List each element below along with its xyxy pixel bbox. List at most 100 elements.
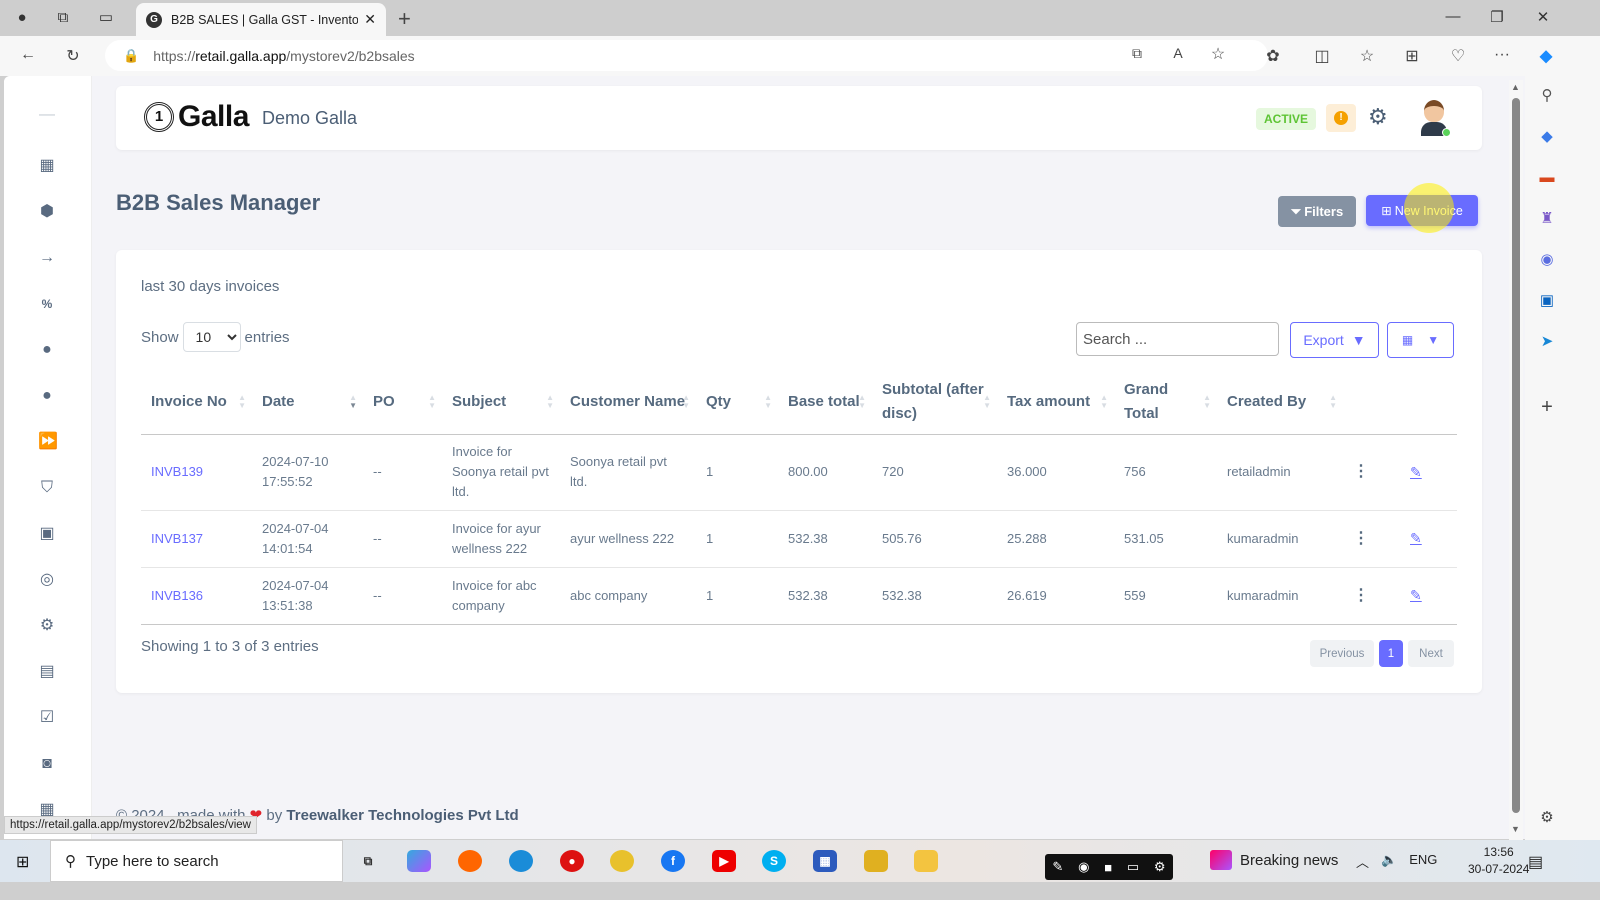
column-header-customer-name[interactable]: Customer Name ▲ ▼ [560, 370, 696, 435]
file-explorer-icon[interactable] [914, 850, 938, 872]
youtube-icon[interactable]: ▶ [712, 850, 736, 872]
copilot-app-icon[interactable] [407, 850, 431, 872]
dashboard-icon[interactable]: ▦ [38, 157, 56, 175]
store-icon[interactable]: ▦ [813, 850, 837, 872]
contacts-icon[interactable]: ▣ [38, 525, 56, 543]
new-tab-icon[interactable]: + [398, 6, 411, 32]
add-sidebar-app-icon[interactable]: + [1537, 397, 1557, 417]
location-icon[interactable]: ◎ [38, 571, 56, 589]
column-visibility-button[interactable]: ▦ ▼ [1387, 322, 1454, 358]
app-icon[interactable] [864, 850, 888, 872]
export-button[interactable]: Export ▼ [1290, 322, 1379, 358]
collapse-icon[interactable]: — [38, 106, 56, 124]
language-indicator[interactable]: ENG [1409, 852, 1437, 871]
tools-icon[interactable]: ▬ [1537, 168, 1557, 188]
settings-gear-icon[interactable]: ⚙ [1368, 104, 1388, 130]
favorite-star-icon[interactable]: ☆ [1207, 44, 1229, 64]
column-header-base-total[interactable]: Base total ▲ ▼ [778, 370, 872, 435]
edit-icon[interactable]: ✎ [1410, 587, 1422, 603]
refresh-icon[interactable]: ↻ [62, 46, 84, 66]
page-1-button[interactable]: 1 [1379, 640, 1403, 667]
profile-icon[interactable]: ● [12, 8, 32, 28]
column-header-grand-total[interactable]: Grand Total ▲ ▼ [1114, 370, 1217, 435]
column-header-date[interactable]: Date ▲ ▼ [252, 370, 363, 435]
clock[interactable]: 13:56 30-07-2024 [1468, 844, 1529, 878]
more-menu-icon[interactable]: ··· [1491, 46, 1513, 64]
browser-essentials-icon[interactable]: ♡ [1447, 46, 1469, 66]
back-icon[interactable]: ← [17, 46, 39, 64]
capture-settings-icon[interactable]: ⚙ [1154, 859, 1166, 875]
news-widget[interactable]: Breaking news [1210, 850, 1338, 870]
vertical-tabs-icon[interactable]: ▭ [96, 8, 116, 28]
scroll-up-icon[interactable]: ▲ [1511, 82, 1520, 92]
read-aloud-icon[interactable]: A [1167, 45, 1189, 61]
lock-icon[interactable]: 🔒 [123, 48, 139, 64]
workspaces-icon[interactable]: ⧉ [53, 8, 73, 28]
open-in-app-icon[interactable]: ⧉ [1126, 45, 1148, 62]
facebook-icon[interactable]: f [661, 850, 685, 872]
column-header-subtotal[interactable]: Subtotal (after disc) ▲ ▼ [872, 370, 997, 435]
sidebar-settings-icon[interactable]: ⚙ [1537, 808, 1557, 828]
column-header-qty[interactable]: Qty ▲ ▼ [696, 370, 778, 435]
galla-logo[interactable]: 1 Galla [144, 100, 249, 134]
column-header-invoice-no[interactable]: Invoice No ▲ ▼ [141, 370, 252, 435]
address-bar[interactable]: 🔒 https://retail.galla.app/mystorev2/b2b… [105, 40, 1268, 71]
column-header-po[interactable]: PO ▲ ▼ [363, 370, 442, 435]
favorites-icon[interactable]: ☆ [1356, 46, 1378, 66]
previous-page-button[interactable]: Previous [1310, 640, 1374, 667]
scrollbar-thumb[interactable] [1512, 98, 1520, 813]
user-circle-icon[interactable]: ● [38, 387, 56, 405]
edit-icon[interactable]: ✎ [1410, 530, 1422, 546]
taskbar-search[interactable]: ⚲ Type here to search [50, 840, 343, 882]
warning-button[interactable]: ! [1326, 104, 1356, 132]
collections-icon[interactable]: ⊞ [1401, 46, 1423, 66]
avatar[interactable] [1418, 98, 1451, 138]
video-icon[interactable]: ■ [1104, 860, 1112, 875]
column-header-created-by[interactable]: Created By ▲ ▼ [1217, 370, 1343, 435]
user-circle-icon[interactable]: ● [38, 341, 56, 359]
send-icon[interactable]: ➤ [1537, 332, 1557, 352]
settings-icon[interactable]: ⚙ [38, 617, 56, 635]
split-screen-icon[interactable]: ◫ [1311, 46, 1333, 66]
more-actions-icon[interactable]: ⋮ [1353, 530, 1369, 547]
basket-icon[interactable]: ⛉ [38, 479, 56, 497]
cash-icon[interactable]: ◙ [38, 755, 56, 773]
column-header-tax-amount[interactable]: Tax amount ▲ ▼ [997, 370, 1114, 435]
invoice-link[interactable]: INVB139 [151, 464, 203, 479]
column-header-subject[interactable]: Subject ▲ ▼ [442, 370, 560, 435]
arrow-right-icon[interactable]: → [38, 249, 56, 267]
camera-icon[interactable]: ◉ [1078, 859, 1089, 875]
coupon-icon[interactable]: % [38, 295, 56, 313]
search-icon[interactable]: ⚲ [1537, 86, 1557, 106]
restore-icon[interactable]: ❐ [1487, 8, 1507, 26]
capture-toolbar[interactable]: ✎ ◉ ■ ▭ ⚙ [1045, 854, 1173, 880]
new-invoice-button[interactable]: ⊞ New Invoice [1366, 195, 1478, 226]
page-scrollbar[interactable]: ▲ ▼ [1509, 80, 1523, 840]
skype-icon[interactable]: S [762, 850, 786, 872]
microsoft-365-icon[interactable]: ◉ [1537, 250, 1557, 270]
shopping-tag-icon[interactable]: ◆ [1537, 127, 1557, 147]
tray-expand-icon[interactable]: ︿ [1356, 852, 1369, 871]
next-page-button[interactable]: Next [1408, 640, 1454, 667]
scroll-down-icon[interactable]: ▼ [1511, 824, 1520, 834]
volume-icon[interactable]: 🔈 [1381, 852, 1397, 871]
edge-icon[interactable] [509, 850, 533, 872]
extensions-icon[interactable]: ✿ [1262, 46, 1284, 66]
close-window-icon[interactable]: ✕ [1533, 8, 1553, 26]
chrome-icon[interactable] [610, 850, 634, 872]
task-view-icon[interactable]: ⧉ [356, 850, 380, 872]
report-icon[interactable]: ▤ [38, 663, 56, 681]
more-actions-icon[interactable]: ⋮ [1353, 587, 1369, 604]
edit-icon[interactable]: ✎ [1410, 464, 1422, 480]
filters-button[interactable]: ⏷ Filters [1278, 196, 1356, 227]
firefox-icon[interactable] [458, 850, 482, 872]
copilot-icon[interactable]: ◆ [1535, 46, 1557, 66]
more-actions-icon[interactable]: ⋮ [1353, 463, 1369, 480]
search-input[interactable] [1076, 322, 1279, 356]
footer-company-link[interactable]: Treewalker Technologies Pvt Ltd [286, 807, 518, 824]
notifications-icon[interactable]: ▤ [1528, 852, 1543, 872]
invoice-link[interactable]: INVB136 [151, 588, 203, 603]
windows-start-icon[interactable]: ⊞ [16, 852, 29, 872]
box-icon[interactable]: ⬢ [38, 203, 56, 221]
close-tab-icon[interactable]: ✕ [364, 11, 376, 28]
